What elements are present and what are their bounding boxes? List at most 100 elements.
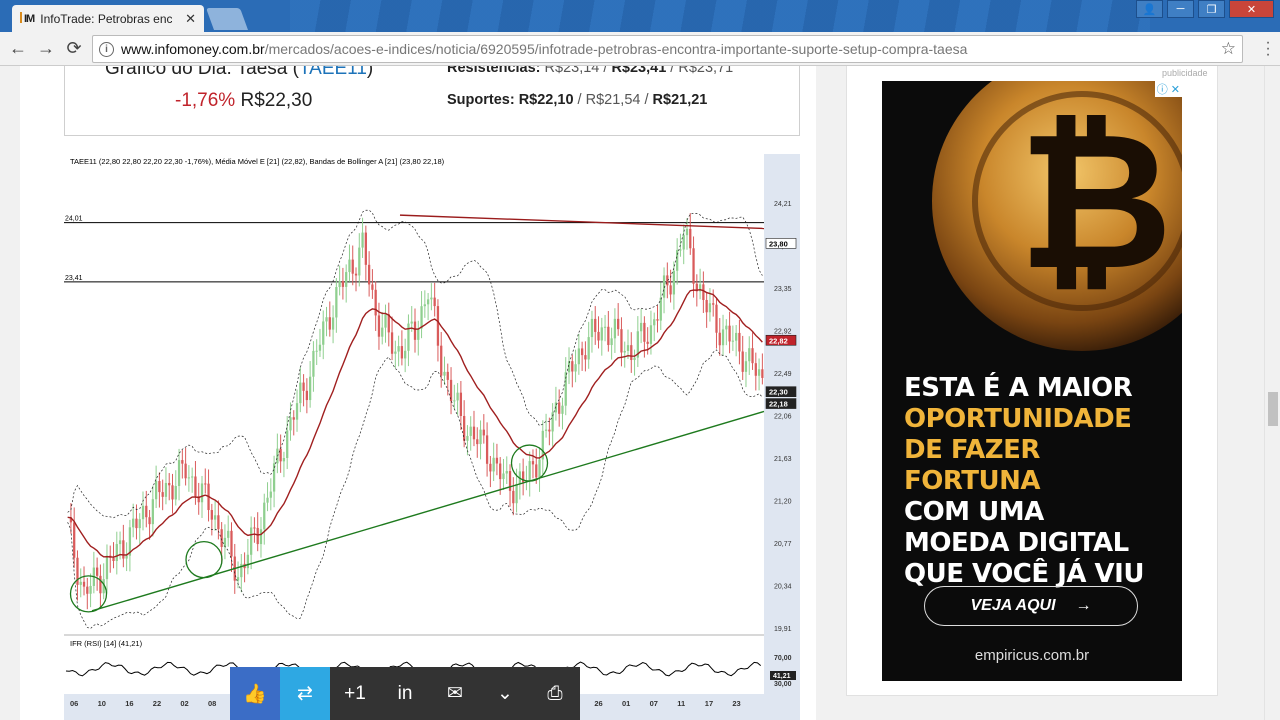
scrollbar-thumb[interactable]	[1268, 392, 1278, 426]
bookmark-star-icon[interactable]: ☆	[1221, 39, 1236, 59]
candle-body	[322, 321, 325, 345]
menu-kebab-icon[interactable]: · · ·	[1264, 35, 1272, 63]
candle-body	[148, 517, 151, 525]
candle-body	[571, 361, 574, 372]
more-button[interactable]: ⌄	[480, 667, 530, 720]
tab-title: InfoTrade: Petrobras enco	[40, 11, 173, 26]
y-tick-label: 21,20	[774, 498, 792, 505]
candle-body	[210, 510, 213, 520]
ticker-link[interactable]: TAEE11	[299, 66, 367, 79]
candle-body	[263, 502, 266, 530]
candle-body	[328, 317, 331, 330]
retweet-button[interactable]: ⇄	[280, 667, 330, 720]
candle-body	[79, 581, 82, 585]
x-tick-label: 08	[208, 699, 216, 708]
candle-body	[430, 297, 433, 300]
candle-body	[603, 326, 607, 328]
candle-body	[151, 499, 154, 525]
new-tab-button[interactable]	[205, 8, 249, 30]
candle-body	[266, 497, 269, 503]
candle-body	[754, 363, 757, 376]
candle-body	[99, 575, 102, 594]
candle-body	[574, 364, 577, 372]
candle-body	[479, 429, 482, 445]
address-bar[interactable]: i www.infomoney.com.br/mercados/acoes-e-…	[92, 35, 1243, 63]
url-host: www.infomoney.com.br	[121, 41, 265, 57]
candle-body	[472, 426, 476, 440]
email-button[interactable]: ✉	[430, 667, 480, 720]
candle-body	[561, 405, 564, 414]
tab-close-icon[interactable]: ✕	[185, 11, 196, 27]
price-badge-label: 22,82	[769, 336, 788, 345]
candle-body	[345, 272, 348, 287]
bitcoin-coin-icon: ₿	[932, 81, 1182, 351]
level-label: 23,41	[65, 275, 83, 282]
candle-body	[715, 304, 718, 333]
minimize-button[interactable]: ─	[1167, 0, 1194, 18]
candle-body	[672, 270, 676, 295]
candle-body	[115, 544, 118, 561]
candle-body	[436, 306, 440, 346]
tab-infotrade[interactable]: IM InfoTrade: Petrobras enco ✕	[12, 5, 204, 32]
x-tick-label: 23	[732, 699, 740, 708]
page-scrollbar[interactable]	[1264, 66, 1280, 720]
candle-body	[751, 348, 754, 364]
resistances: Resistências: R$23,14 / R$23,41 / R$23,7…	[447, 66, 734, 76]
level-label: 24,01	[65, 216, 83, 223]
print-button[interactable]: ⎙	[530, 667, 580, 720]
chart-image: TAEE11 (22,80 22,80 22,20 22,30 -1,76%),…	[64, 154, 800, 720]
candle-body	[482, 429, 485, 436]
candle-body	[731, 340, 735, 342]
candle-body	[191, 476, 194, 478]
forward-arrow-icon[interactable]: →	[34, 38, 58, 59]
site-info-icon[interactable]: i	[99, 41, 114, 57]
user-profile-icon[interactable]: 👤	[1136, 0, 1163, 18]
candle-body	[744, 361, 748, 372]
candle-body	[597, 331, 600, 341]
restore-button[interactable]: ❐	[1198, 0, 1225, 18]
candle-body	[200, 483, 204, 503]
y-tick-label: 22,92	[774, 328, 792, 335]
x-tick-label: 11	[677, 699, 685, 708]
candle-body	[757, 369, 761, 376]
candle-body	[456, 392, 459, 401]
candle-body	[761, 369, 764, 378]
candle-body	[338, 281, 341, 288]
candle-body	[161, 492, 164, 497]
reload-icon[interactable]: ⟳	[62, 38, 86, 59]
candle-body	[630, 345, 633, 361]
x-tick-label: 02	[180, 699, 188, 708]
candle-body	[548, 429, 551, 432]
candle-body	[230, 530, 233, 557]
candle-body	[351, 259, 354, 274]
y-tick-label: 21,63	[774, 456, 792, 463]
candle-body	[312, 350, 315, 377]
candle-body	[682, 235, 685, 250]
google-plus-button[interactable]: +1	[330, 667, 380, 720]
candle-body	[194, 476, 197, 497]
candle-body	[639, 322, 643, 332]
candle-body	[187, 477, 191, 479]
candle-body	[367, 264, 371, 285]
candle-body	[512, 490, 515, 504]
like-button[interactable]: 👍	[230, 667, 280, 720]
candle-body	[138, 519, 141, 529]
ad-cta-button[interactable]: VEJA AQUI →	[924, 586, 1138, 626]
candle-body	[181, 460, 184, 464]
candle-body	[95, 567, 99, 576]
y-tick-label: 23,35	[774, 286, 792, 293]
back-arrow-icon[interactable]: ←	[6, 38, 30, 59]
candle-body	[741, 351, 744, 372]
window-close-button[interactable]: ✕	[1229, 0, 1274, 18]
bitcoin-ad[interactable]: ₿ ⓘ ✕ ESTA É A MAIOR OPORTUNIDADE DE FAZ…	[882, 81, 1182, 681]
candle-body	[289, 417, 292, 431]
candle-body	[502, 473, 505, 480]
candle-body	[617, 318, 620, 330]
adchoices-icon[interactable]: ⓘ ✕	[1154, 81, 1182, 97]
candle-body	[299, 382, 302, 404]
candle-body	[394, 351, 397, 354]
candle-body	[364, 232, 367, 265]
linkedin-button[interactable]: in	[380, 667, 430, 720]
candle-body	[295, 403, 299, 420]
candle-body	[335, 287, 338, 318]
